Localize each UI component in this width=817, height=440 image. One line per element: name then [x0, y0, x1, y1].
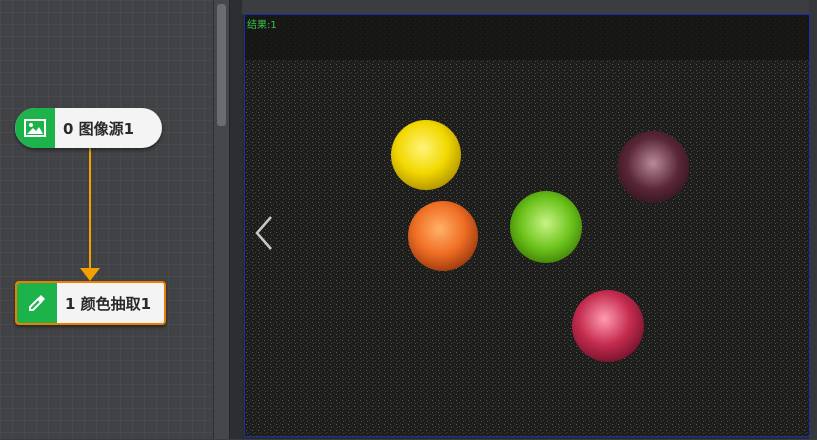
eyedropper-icon	[17, 283, 57, 323]
scrollbar-thumb[interactable]	[217, 4, 226, 126]
flow-canvas[interactable]: 0 图像源1 1 颜色抽取1	[0, 0, 213, 439]
orange-candy	[408, 201, 478, 271]
connector-arrowhead	[80, 268, 100, 281]
canvas-scrollbar[interactable]	[213, 0, 230, 439]
green-candy	[510, 191, 582, 263]
connector-line	[89, 148, 91, 272]
purple-candy	[617, 131, 689, 203]
node-label: 1 颜色抽取1	[65, 294, 152, 313]
panel-splitter[interactable]	[229, 0, 243, 439]
viewer-edge	[809, 0, 817, 439]
image-icon	[15, 108, 55, 148]
node-label: 0 图像源1	[63, 119, 135, 138]
image-viewer: 结果:1	[242, 0, 817, 439]
result-label: 结果:1	[247, 20, 277, 31]
chevron-left-icon[interactable]	[253, 213, 275, 253]
red-candy	[572, 290, 644, 362]
yellow-candy	[391, 120, 461, 190]
result-image: 结果:1	[244, 14, 810, 437]
node-color-extract[interactable]: 1 颜色抽取1	[15, 281, 166, 325]
viewer-toolbar-strip	[242, 0, 817, 14]
node-image-source[interactable]: 0 图像源1	[15, 108, 162, 148]
candy-photo	[245, 15, 809, 436]
